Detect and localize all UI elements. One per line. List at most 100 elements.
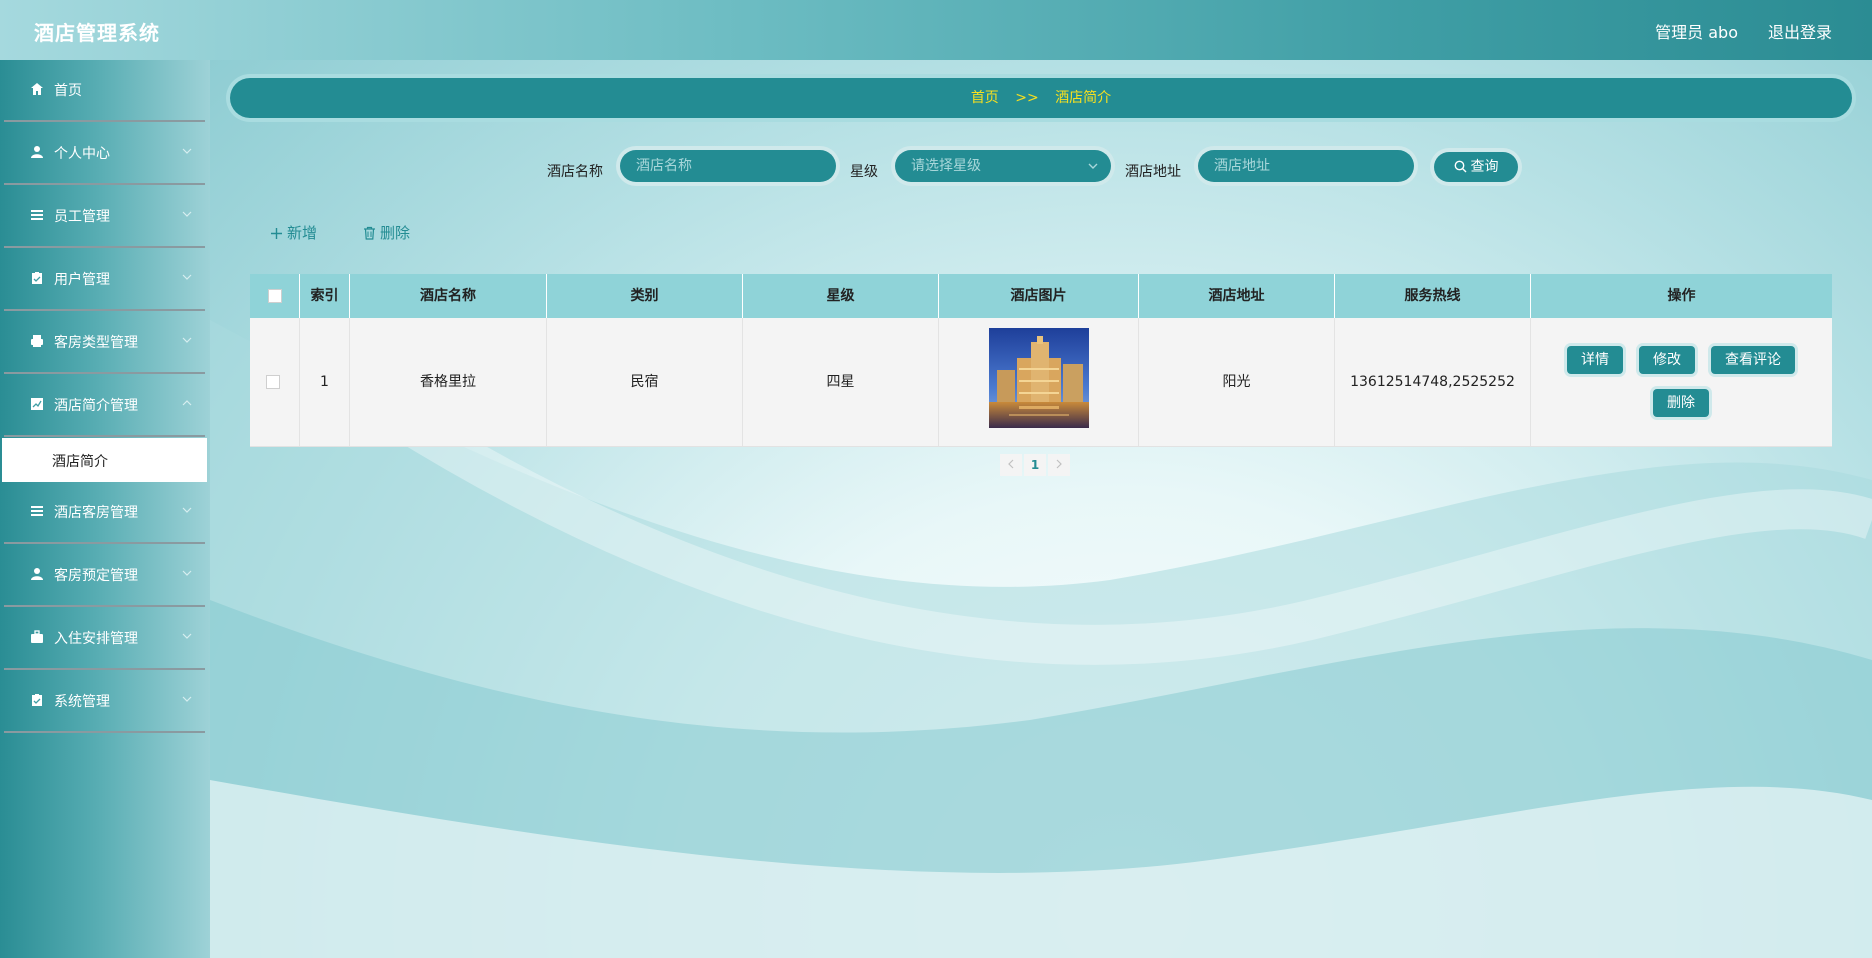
hotel-address-label: 酒店地址 [1125,164,1181,180]
sidebar-item-profile[interactable]: 个人中心 [4,123,205,185]
background-waves [210,320,1872,958]
hotel-name-input[interactable]: 酒店名称 [620,150,836,182]
column-header: 操作 [1667,288,1696,304]
sidebar-item-staff[interactable]: 员工管理 [4,186,205,248]
current-user: 管理员 abo [1655,23,1738,42]
batch-delete-button[interactable]: 删除 [363,222,410,243]
home-icon [31,83,43,95]
search-button[interactable]: 查询 [1434,152,1518,182]
sidebar-item-label: 客房预定管理 [54,568,138,584]
hotel-name-label: 酒店名称 [547,164,603,180]
cell-operations: 详情 修改 查看评论 删除 [1531,318,1832,446]
detail-button[interactable]: 详情 [1567,346,1623,374]
printer-icon [31,335,43,347]
sidebar-item-label: 入住安排管理 [54,631,138,647]
sidebar-item-home[interactable]: 首页 [4,60,205,122]
star-select[interactable]: 请选择星级 [895,150,1111,182]
header-select-cell [250,274,300,318]
sidebar-subitem-label: 酒店简介 [52,454,108,470]
sidebar-item-hotel-rooms[interactable]: 酒店客房管理 [4,482,205,544]
plus-icon [271,228,282,239]
sidebar-item-checkin[interactable]: 入住安排管理 [4,608,205,670]
cell-index: 1 [300,318,350,446]
chevron-down-icon [182,337,192,343]
sidebar-subitem-hotel-intro[interactable]: 酒店简介 [2,438,207,482]
column-header: 索引 [300,274,350,318]
table-row: 1 香格里拉 民宿 四星 阳光 13612514748,2525252 详情 修… [250,318,1832,447]
clipboard-icon [32,272,42,284]
chevron-down-icon [182,633,192,639]
next-page-button[interactable] [1048,454,1070,476]
sidebar-item-hotel-intro[interactable]: 酒店简介管理 [4,375,205,437]
table-header: 索引 酒店名称 类别 星级 酒店图片 酒店地址 服务热线 操作 [250,274,1832,318]
row-checkbox[interactable] [266,375,280,389]
app-title: 酒店管理系统 [34,21,160,45]
column-header: 酒店名称 [350,274,547,318]
trash-icon [364,226,375,240]
breadcrumb-home[interactable]: 首页 [971,90,999,106]
row-select-cell [250,318,300,446]
column-header: 酒店图片 [939,274,1139,318]
hotel-table: 索引 酒店名称 类别 星级 酒店图片 酒店地址 服务热线 操作 1 香格里拉 民… [250,274,1832,447]
sidebar-item-label: 首页 [54,83,82,99]
chevron-right-icon [1056,459,1062,469]
column-header: 类别 [547,274,743,318]
briefcase-icon [31,630,43,643]
chevron-left-icon [1008,459,1014,469]
chevron-down-icon [1088,163,1098,169]
search-icon [1454,160,1466,173]
add-button-label: 新增 [287,224,318,242]
chevron-down-icon [182,507,192,513]
hotel-address-input[interactable]: 酒店地址 [1198,150,1414,182]
breadcrumb-current: 酒店简介 [1055,90,1112,106]
column-header: 星级 [743,274,939,318]
sidebar-item-label: 客房类型管理 [54,335,138,351]
search-button-label: 查询 [1470,159,1499,175]
star-select-placeholder: 请选择星级 [911,158,981,174]
edit-button[interactable]: 修改 [1639,346,1695,374]
breadcrumb: 首页 >> 酒店简介 [230,78,1852,118]
sidebar-item-users[interactable]: 用户管理 [4,249,205,311]
chevron-down-icon [182,211,192,217]
sidebar-item-label: 系统管理 [54,694,110,710]
cell-hotel-image [939,318,1139,446]
list-icon [31,210,43,220]
page-number[interactable]: 1 [1024,454,1046,476]
view-comments-button[interactable]: 查看评论 [1711,346,1795,374]
sidebar-item-label: 酒店客房管理 [54,505,138,521]
user-icon [31,146,43,158]
cell-address: 阳光 [1139,318,1335,446]
chevron-down-icon [182,148,192,154]
chevron-down-icon [182,696,192,702]
prev-page-button[interactable] [1000,454,1022,476]
chevron-down-icon [182,570,192,576]
cell-hotel-name: 香格里拉 [350,318,547,446]
delete-row-button[interactable]: 删除 [1653,389,1709,417]
column-header: 服务热线 [1335,274,1531,318]
chevron-down-icon [182,274,192,280]
sidebar-item-label: 酒店简介管理 [54,398,138,414]
sidebar-item-room-types[interactable]: 客房类型管理 [4,312,205,374]
sidebar-item-system[interactable]: 系统管理 [4,671,205,733]
list-icon [31,506,43,516]
hotel-photo[interactable] [989,328,1089,428]
delete-button-label: 删除 [380,224,411,242]
sidebar-item-bookings[interactable]: 客房预定管理 [4,545,205,607]
cell-star: 四星 [743,318,939,446]
star-label: 星级 [850,164,878,180]
column-header: 酒店地址 [1139,274,1335,318]
chevron-up-icon [182,400,192,406]
clipboard-icon [32,694,42,706]
breadcrumb-separator: >> [1015,90,1039,106]
logout-button[interactable]: 退出登录 [1768,19,1832,43]
sidebar: 首页 个人中心 员工管理 用户管理 客房类型管理 酒店简介管理 酒店简介 酒店客… [0,60,210,958]
main-content: 首页 >> 酒店简介 酒店名称 酒店名称 星级 请选择星级 酒店地址 酒店地址 … [210,60,1872,958]
user-icon [31,568,43,580]
select-all-checkbox[interactable] [268,289,282,303]
cell-category: 民宿 [547,318,743,446]
sidebar-item-label: 用户管理 [54,272,110,288]
add-button[interactable]: 新增 [270,222,317,243]
cell-hotline: 13612514748,2525252 [1335,318,1531,446]
sidebar-item-label: 个人中心 [54,146,110,162]
sidebar-item-label: 员工管理 [54,209,110,225]
